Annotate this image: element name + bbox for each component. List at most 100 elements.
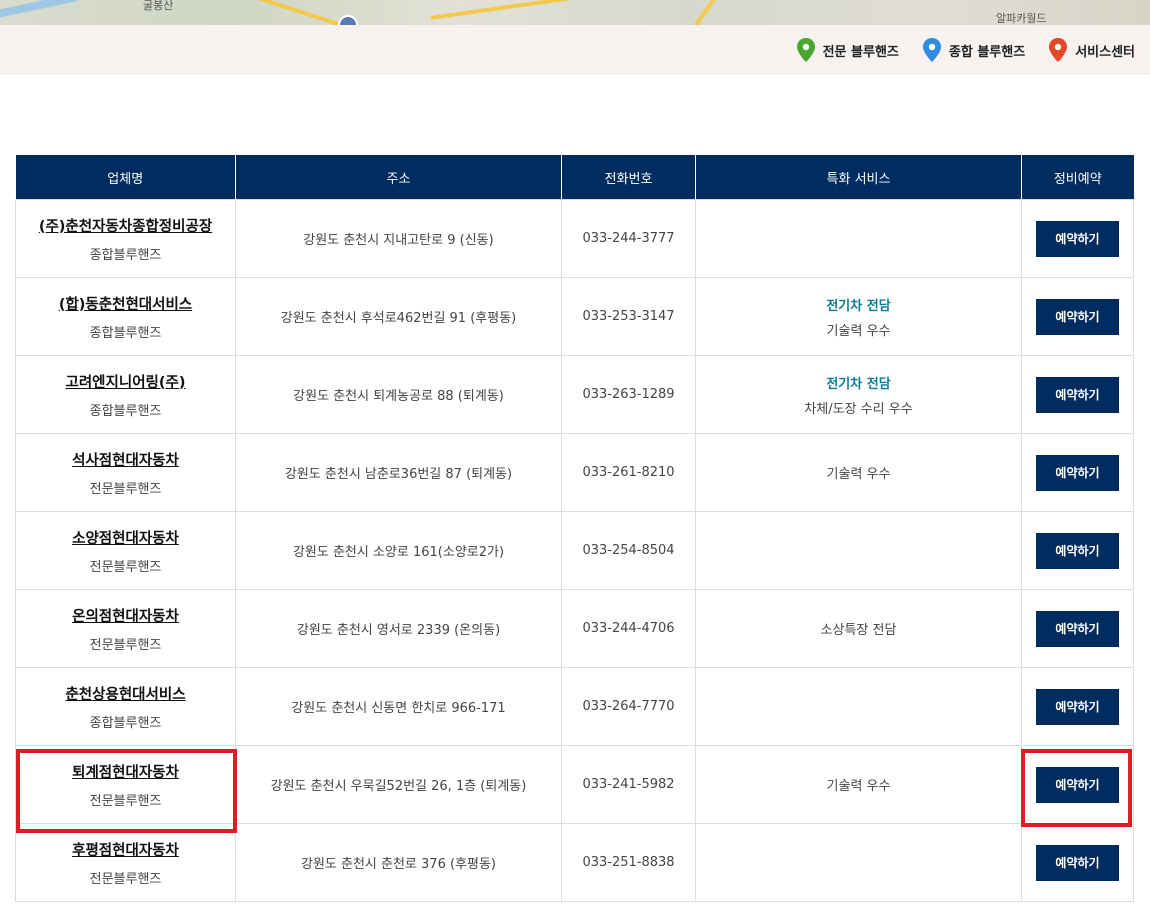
map-river	[0, 0, 80, 20]
map-pin-red-icon	[1049, 38, 1068, 62]
reserve-button[interactable]: 예약하기	[1036, 688, 1119, 725]
special-service-label: 차체/도장 수리 우수	[804, 401, 913, 417]
column-header-service: 특화 서비스	[695, 155, 1022, 200]
cell-phone: 033-254-8504	[561, 511, 696, 590]
cell-phone: 033-251-8838	[561, 823, 696, 902]
special-service-label: 기술력 우수	[826, 779, 891, 794]
legend-item-service-center: 서비스센터	[1047, 37, 1135, 63]
dealer-name-link[interactable]: 석사점현대자동차	[16, 449, 235, 470]
dealer-name-link[interactable]: 소양점현대자동차	[16, 527, 235, 548]
table-row: (주)춘천자동차종합정비공장 종합블루핸즈 강원도 춘천시 지내고탄로 9 (신동)…	[15, 199, 1134, 278]
legend-label: 서비스센터	[1075, 44, 1135, 60]
column-header-reservation: 정비예약	[1021, 155, 1134, 200]
map-road	[430, 0, 600, 20]
legend-item-specialist: 전문 블루핸즈	[795, 37, 899, 63]
cell-service: 기술력 우수	[695, 745, 1022, 824]
table-row: 후평점현대자동차 전문블루핸즈 강원도 춘천시 춘천로 376 (후평동) 033-2…	[15, 823, 1134, 902]
dealer-name-link[interactable]: (주)춘천자동차종합정비공장	[16, 215, 235, 236]
reserve-button[interactable]: 예약하기	[1036, 220, 1119, 257]
cell-address: 강원도 춘천시 지내고탄로 9 (신동)	[235, 199, 562, 278]
map-label: 알파카월드	[996, 12, 1047, 25]
cell-name: 고려엔지니어링(주) 종합블루핸즈	[15, 355, 236, 434]
dealer-name-link[interactable]: (합)동춘천현대서비스	[16, 293, 235, 314]
cell-name: 춘천상용현대서비스종합블루핸즈	[15, 667, 236, 746]
ev-service-label: 전기차 전담	[826, 376, 891, 392]
cell-name: (주)춘천자동차종합정비공장종합블루핸즈	[15, 199, 236, 278]
dealer-type: 종합블루핸즈	[89, 247, 162, 263]
cell-address: 강원도 춘천시 소양로 161(소양로2가)	[235, 511, 562, 590]
dealer-name-link[interactable]: 후평점현대자동차	[16, 839, 235, 860]
table-row: 온의점현대자동차전문블루핸즈 강원도 춘천시 영서로 2339 (온의동) 033-…	[15, 589, 1134, 668]
dealer-type: 전문블루핸즈	[89, 871, 162, 887]
map-road	[677, 0, 733, 25]
special-service-label: 기술력 우수	[826, 323, 891, 339]
cell-name: (합)동춘천현대서비스종합블루핸즈	[15, 277, 236, 356]
map-marker-icon[interactable]	[338, 15, 358, 25]
cell-reservation: 예약하기	[1021, 433, 1134, 512]
dealer-name-link[interactable]: 온의점현대자동차	[16, 605, 235, 626]
cell-service: 소상특장 전담	[695, 589, 1022, 668]
cell-address: 강원도 춘천시 신동면 한치로 966-171	[235, 667, 562, 746]
cell-address: 강원도 춘천시 춘천로 376 (후평동)	[235, 823, 562, 902]
cell-phone: 033-261-8210	[561, 433, 696, 512]
cell-service	[695, 667, 1022, 746]
ev-service-label: 전기차 전담	[826, 298, 891, 314]
reserve-button[interactable]: 예약하기	[1036, 610, 1119, 647]
map-label: 굴봉산	[143, 0, 174, 12]
cell-service	[695, 511, 1022, 590]
dealer-type: 전문블루핸즈	[89, 559, 162, 575]
cell-service: 전기차 전담기술력 우수	[695, 277, 1022, 356]
reserve-button[interactable]: 예약하기	[1036, 298, 1119, 335]
cell-phone: 033-253-3147	[561, 277, 696, 356]
cell-phone: 033-264-7770	[561, 667, 696, 746]
dealer-name-link[interactable]: 고려엔지니어링(주)	[16, 371, 235, 392]
map-legend-bar: 전문 블루핸즈 종합 블루핸즈 서비스센터	[0, 25, 1150, 75]
cell-phone: 033-241-5982	[561, 745, 696, 824]
cell-reservation: 예약하기	[1021, 199, 1134, 278]
cell-name: 소양점현대자동차전문블루핸즈	[15, 511, 236, 590]
dealer-type: 전문블루핸즈	[89, 637, 162, 653]
map-legend: 전문 블루핸즈 종합 블루핸즈 서비스센터	[795, 37, 1135, 63]
column-header-address: 주소	[235, 155, 562, 200]
cell-phone: 033-244-4706	[561, 589, 696, 668]
legend-label: 전문 블루핸즈	[822, 44, 899, 60]
highlight-box-button	[1021, 749, 1132, 827]
cell-service: 기술력 우수	[695, 433, 1022, 512]
cell-reservation: 예약하기	[1021, 589, 1134, 668]
special-service-label: 소상특장 전담	[820, 623, 897, 638]
reserve-button[interactable]: 예약하기	[1036, 532, 1119, 569]
legend-item-general: 종합 블루핸즈	[921, 37, 1025, 63]
cell-name: 석사점현대자동차전문블루핸즈	[15, 433, 236, 512]
cell-address: 강원도 춘천시 남춘로36번길 87 (퇴계동)	[235, 433, 562, 512]
cell-reservation: 예약하기	[1021, 511, 1134, 590]
reserve-button[interactable]: 예약하기	[1036, 844, 1119, 881]
dealer-name-link[interactable]: 춘천상용현대서비스	[16, 683, 235, 704]
cell-phone: 033-263-1289	[561, 355, 696, 434]
dealer-type: 종합블루핸즈	[89, 325, 162, 341]
cell-reservation: 예약하기	[1021, 355, 1134, 434]
legend-label: 종합 블루핸즈	[948, 44, 1026, 60]
cell-reservation: 예약하기	[1021, 277, 1134, 356]
reserve-button[interactable]: 예약하기	[1036, 376, 1119, 413]
dealer-type: 종합블루핸즈	[89, 403, 162, 419]
reserve-button[interactable]: 예약하기	[1036, 454, 1119, 491]
special-service-label: 기술력 우수	[826, 467, 891, 482]
cell-address: 강원도 춘천시 영서로 2339 (온의동)	[235, 589, 562, 668]
cell-service	[695, 199, 1022, 278]
cell-name: 후평점현대자동차전문블루핸즈	[15, 823, 236, 902]
table-row: 석사점현대자동차 전문블루핸즈 강원도 춘천시 남춘로36번길 87 (퇴계동) 03…	[15, 433, 1134, 512]
map-pin-blue-icon	[922, 38, 941, 62]
cell-address: 강원도 춘천시 우묵길52번길 26, 1층 (퇴계동)	[235, 745, 562, 824]
dealer-type: 종합블루핸즈	[89, 715, 162, 731]
table-header-row: 업체명 주소 전화번호 특화 서비스 정비예약	[15, 155, 1134, 200]
cell-reservation: 예약하기	[1021, 667, 1134, 746]
cell-address: 강원도 춘천시 퇴계농공로 88 (퇴계동)	[235, 355, 562, 434]
cell-phone: 033-244-3777	[561, 199, 696, 278]
column-header-name: 업체명	[15, 155, 236, 200]
map-area[interactable]: 굴봉산 알파카월드	[0, 0, 1150, 25]
table-row: 고려엔지니어링(주) 종합블루핸즈 강원도 춘천시 퇴계농공로 88 (퇴계동) 03…	[15, 355, 1134, 434]
dealer-type: 전문블루핸즈	[89, 481, 162, 497]
cell-reservation: 예약하기	[1021, 823, 1134, 902]
highlight-box-name	[16, 749, 237, 833]
cell-service	[695, 823, 1022, 902]
